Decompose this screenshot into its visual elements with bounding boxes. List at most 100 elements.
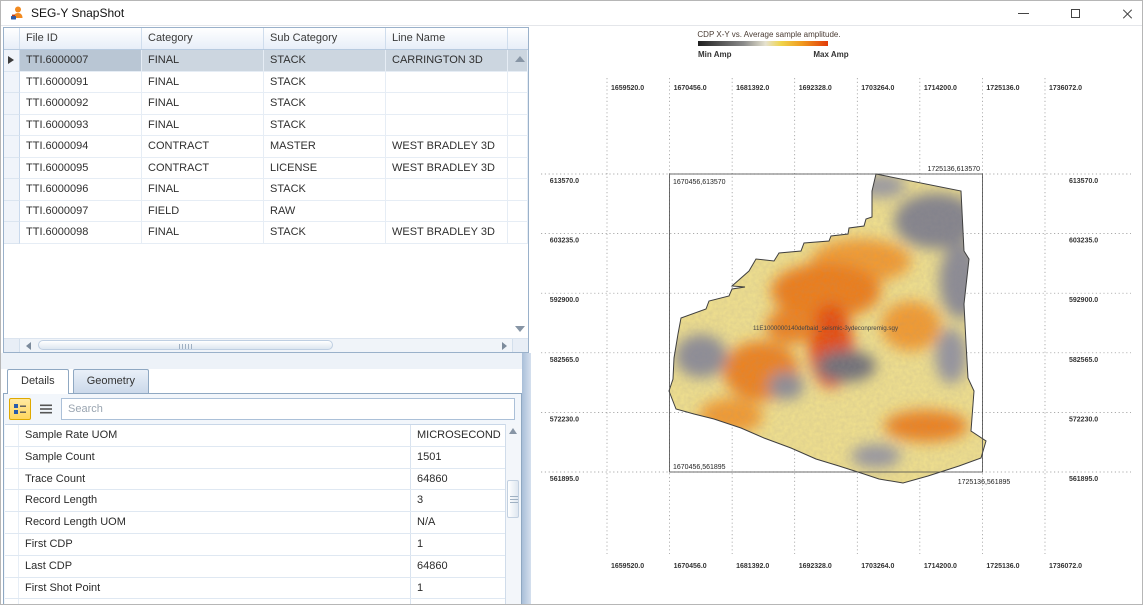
cell-file-id: TTI.6000097: [20, 201, 142, 223]
property-row[interactable]: Record Length UOMN/A: [5, 512, 505, 534]
column-header-file-id[interactable]: File ID: [20, 28, 142, 49]
table-row[interactable]: TTI.6000095CONTRACTLICENSEWEST BRADLEY 3…: [4, 158, 528, 180]
grid-scroll-up-icon[interactable]: [515, 56, 525, 62]
scroll-left-button[interactable]: [20, 339, 36, 352]
scroll-right-icon: [502, 342, 507, 350]
scroll-right-button[interactable]: [496, 339, 512, 352]
tab-geometry[interactable]: Geometry: [73, 369, 149, 393]
property-row[interactable]: First Shot Point1: [5, 578, 505, 600]
alphabetical-view-button[interactable]: [35, 398, 57, 420]
property-label: Record Length UOM: [19, 512, 411, 533]
cell-sub-category: STACK: [264, 50, 386, 72]
cell-category: FINAL: [142, 179, 264, 201]
property-row-gutter: [5, 556, 19, 577]
svg-text:582565.0: 582565.0: [1069, 357, 1098, 364]
table-row[interactable]: TTI.6000096FINALSTACK: [4, 179, 528, 201]
row-indicator: [4, 179, 20, 201]
svg-text:582565.0: 582565.0: [550, 357, 579, 364]
cell-filler: [508, 158, 528, 180]
details-panel: Details Geometry: [3, 369, 522, 605]
column-header-sub-category[interactable]: Sub Category: [264, 28, 386, 49]
bounds-label-top-right: 1725136,613570: [927, 166, 980, 173]
column-header-category[interactable]: Category: [142, 28, 264, 49]
cell-sub-category: STACK: [264, 93, 386, 115]
cell-sub-category: RAW: [264, 201, 386, 223]
table-row[interactable]: TTI.6000091FINALSTACK: [4, 72, 528, 94]
scrollbar-track[interactable]: [36, 339, 496, 352]
search-box: [61, 398, 515, 420]
maximize-button[interactable]: [1052, 1, 1098, 26]
property-label: Last Shot Point: [19, 599, 411, 604]
cell-filler: [508, 222, 528, 244]
row-indicator: [4, 50, 20, 72]
property-grid: Sample Rate UOMMICROSECONDSample Count15…: [5, 424, 505, 604]
scrollbar-thumb[interactable]: [38, 340, 333, 350]
svg-text:1736072.0: 1736072.0: [1049, 85, 1082, 92]
property-value: 64860: [411, 469, 505, 490]
cell-line-name: WEST BRADLEY 3D: [386, 158, 508, 180]
svg-text:613570.0: 613570.0: [1069, 178, 1098, 185]
cell-category: FINAL: [142, 72, 264, 94]
cell-sub-category: STACK: [264, 72, 386, 94]
grid-scroll-down-icon[interactable]: [515, 326, 525, 332]
vertical-splitter[interactable]: [522, 353, 531, 605]
property-label: First CDP: [19, 534, 411, 555]
app-window: SEG-Y SnapShot File ID Category Sub Cate…: [0, 0, 1143, 605]
property-row[interactable]: Last Shot Point: [5, 599, 505, 604]
window-title: SEG-Y SnapShot: [31, 6, 124, 20]
cell-line-name: [386, 179, 508, 201]
svg-text:561895.0: 561895.0: [550, 476, 579, 483]
svg-text:1692328.0: 1692328.0: [799, 563, 832, 570]
property-grid-scrollbar[interactable]: [505, 424, 520, 604]
cell-line-name: WEST BRADLEY 3D: [386, 222, 508, 244]
maximize-icon: [1071, 9, 1080, 18]
search-input[interactable]: [62, 399, 514, 419]
cell-filler: [508, 201, 528, 223]
cell-category: FIELD: [142, 201, 264, 223]
svg-text:1714200.0: 1714200.0: [924, 85, 957, 92]
cell-filler: [508, 136, 528, 158]
map-title: CDP X-Y vs. Average sample amplitude.: [697, 30, 840, 39]
segy-file-grid: File ID Category Sub Category Line Name …: [3, 27, 529, 353]
property-row[interactable]: Sample Count1501: [5, 447, 505, 469]
svg-text:1659520.0: 1659520.0: [611, 563, 644, 570]
property-row-gutter: [5, 578, 19, 599]
property-row[interactable]: Sample Rate UOMMICROSECOND: [5, 425, 505, 447]
property-row-gutter: [5, 599, 19, 604]
property-row-gutter: [5, 469, 19, 490]
cell-sub-category: STACK: [264, 179, 386, 201]
row-indicator: [4, 115, 20, 137]
property-row[interactable]: Trace Count64860: [5, 469, 505, 491]
prop-scroll-up-icon[interactable]: [509, 428, 517, 434]
svg-text:1725136.0: 1725136.0: [986, 85, 1019, 92]
table-row[interactable]: TTI.6000007FINALSTACKCARRINGTON 3D: [4, 50, 528, 72]
svg-text:1681392.0: 1681392.0: [736, 563, 769, 570]
svg-text:1670456.0: 1670456.0: [674, 563, 707, 570]
minimize-button[interactable]: [1000, 1, 1046, 26]
table-row[interactable]: TTI.6000093FINALSTACK: [4, 115, 528, 137]
prop-scrollbar-thumb[interactable]: [507, 480, 519, 518]
table-row[interactable]: TTI.6000092FINALSTACK: [4, 93, 528, 115]
property-grid-toolbar: [4, 394, 521, 424]
table-row[interactable]: TTI.6000094CONTRACTMASTERWEST BRADLEY 3D: [4, 136, 528, 158]
bounds-label-bottom-left: 1670456,561895: [673, 464, 726, 471]
cell-filler: [508, 72, 528, 94]
column-header-line-name[interactable]: Line Name: [386, 28, 508, 49]
close-button[interactable]: [1104, 1, 1143, 26]
cdp-amplitude-map[interactable]: CDP X-Y vs. Average sample amplitude. Mi…: [531, 26, 1143, 605]
cell-sub-category: STACK: [264, 115, 386, 137]
tab-details[interactable]: Details: [7, 369, 69, 394]
table-row[interactable]: TTI.6000097FIELDRAW: [4, 201, 528, 223]
property-row[interactable]: Last CDP64860: [5, 556, 505, 578]
table-row[interactable]: TTI.6000098FINALSTACKWEST BRADLEY 3D: [4, 222, 528, 244]
property-row[interactable]: First CDP1: [5, 534, 505, 556]
property-row[interactable]: Record Length3: [5, 490, 505, 512]
categorized-view-button[interactable]: [9, 398, 31, 420]
cell-line-name: WEST BRADLEY 3D: [386, 136, 508, 158]
property-value: [411, 599, 505, 604]
prop-thumb-grip-icon: [510, 496, 518, 503]
cell-category: FINAL: [142, 50, 264, 72]
horizontal-splitter[interactable]: [1, 353, 531, 369]
cell-file-id: TTI.6000098: [20, 222, 142, 244]
property-row-gutter: [5, 512, 19, 533]
